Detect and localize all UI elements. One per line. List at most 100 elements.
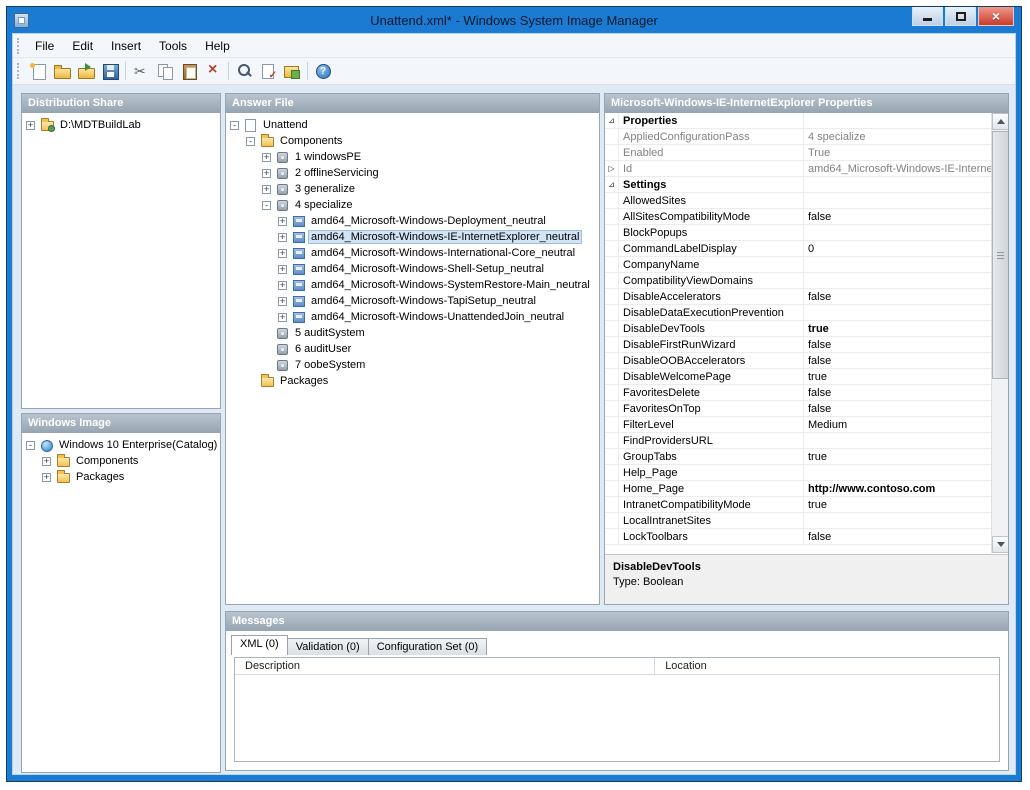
property-value[interactable] <box>804 177 991 192</box>
tree-node[interactable]: +amd64_Microsoft-Windows-UnattendedJoin_… <box>226 309 599 325</box>
toolbar-create-configuration-set-button[interactable] <box>280 60 304 83</box>
expand-toggle-icon[interactable]: + <box>26 121 35 130</box>
menu-file[interactable]: File <box>26 35 63 57</box>
tree-node-label[interactable]: Components <box>74 455 140 467</box>
property-row[interactable]: GroupTabstrue <box>605 449 991 465</box>
tree-node-label[interactable]: 1 windowsPE <box>293 151 363 163</box>
tree-node[interactable]: +amd64_Microsoft-Windows-SystemRestore-M… <box>226 277 599 293</box>
property-row[interactable]: DisableDevToolstrue <box>605 321 991 337</box>
toolbar-cut-button[interactable] <box>129 60 153 83</box>
property-row[interactable]: EnabledTrue <box>605 145 991 161</box>
expand-toggle-icon[interactable]: + <box>278 313 287 322</box>
tree-node-label[interactable]: Packages <box>74 471 126 483</box>
column-header[interactable]: Location <box>655 658 711 674</box>
expand-toggle-icon[interactable]: + <box>278 217 287 226</box>
property-grid-scrollbar[interactable] <box>991 113 1008 553</box>
property-row[interactable]: AllowedSites <box>605 193 991 209</box>
windows-image-tree[interactable]: - Windows 10 Enterprise(Catalog) + Componen… <box>22 433 220 772</box>
property-row[interactable]: DisableDataExecutionPrevention <box>605 305 991 321</box>
expand-toggle-icon[interactable]: + <box>278 297 287 306</box>
tree-node-label[interactable]: 3 generalize <box>293 183 357 195</box>
toolbar-copy-button[interactable] <box>153 60 177 83</box>
expand-toggle-icon[interactable]: + <box>42 457 51 466</box>
tree-node[interactable]: + Components <box>22 453 220 469</box>
tree-node[interactable]: + amd64_Microsoft-Windows-International-C… <box>226 245 599 261</box>
property-value[interactable]: true <box>804 321 991 336</box>
property-value[interactable]: false <box>804 209 991 224</box>
property-value[interactable]: false <box>804 289 991 304</box>
property-value[interactable]: false <box>804 529 991 544</box>
scroll-down-button[interactable] <box>992 536 1008 553</box>
expand-toggle-icon[interactable]: + <box>262 153 271 162</box>
property-value[interactable]: true <box>804 369 991 384</box>
tree-node-label[interactable]: 5 auditSystem <box>293 327 367 339</box>
tree-node-label[interactable]: amd64_Microsoft-Windows-TapiSetup_neutra… <box>309 295 538 307</box>
property-value[interactable] <box>804 465 991 480</box>
property-row[interactable]: FavoritesOnTopfalse <box>605 401 991 417</box>
property-value[interactable]: 0 <box>804 241 991 256</box>
tree-node[interactable]: 5 auditSystem <box>226 325 599 341</box>
property-value[interactable]: True <box>804 145 991 160</box>
property-value[interactable] <box>804 513 991 528</box>
messages-tab[interactable]: Configuration Set (0) <box>368 638 488 655</box>
tree-node-label[interactable]: 7 oobeSystem <box>293 359 367 371</box>
collapse-toggle-icon[interactable]: - <box>26 441 35 450</box>
property-value[interactable]: Medium <box>804 417 991 432</box>
expand-toggle-icon[interactable]: + <box>262 185 271 194</box>
expand-toggle-icon[interactable]: + <box>278 249 287 258</box>
toolbar-open-answer-file-button[interactable] <box>50 60 74 83</box>
tree-node-label[interactable]: amd64_Microsoft-Windows-Shell-Setup_neut… <box>309 263 546 275</box>
tree-node[interactable]: Packages <box>226 373 599 389</box>
property-row[interactable]: AppliedConfigurationPass4 specialize <box>605 129 991 145</box>
property-row[interactable]: Home_Pagehttp://www.contoso.com <box>605 481 991 497</box>
property-value[interactable] <box>804 225 991 240</box>
property-value[interactable] <box>804 193 991 208</box>
tree-node[interactable]: +amd64_Microsoft-Windows-Shell-Setup_neu… <box>226 261 599 277</box>
tree-node[interactable]: +amd64_Microsoft-Windows-IE-InternetExpl… <box>226 229 599 245</box>
tree-node-label[interactable]: Windows 10 Enterprise(Catalog) <box>57 439 219 451</box>
menu-insert[interactable]: Insert <box>102 35 150 57</box>
tree-node[interactable]: - Windows 10 Enterprise(Catalog) <box>22 437 220 453</box>
tree-node[interactable]: 6 auditUser <box>226 341 599 357</box>
scrollbar-thumb[interactable] <box>992 131 1008 379</box>
tree-node-label[interactable]: D:\MDTBuildLab <box>58 119 143 131</box>
tree-node-label[interactable]: amd64_Microsoft-Windows-Deployment_neutr… <box>309 215 548 227</box>
tree-node[interactable]: + amd64_Microsoft-Windows-TapiSetup_neutr… <box>226 293 599 309</box>
property-value[interactable] <box>804 433 991 448</box>
messages-tab[interactable]: Validation (0) <box>287 638 369 655</box>
collapse-toggle-icon[interactable]: - <box>246 137 255 146</box>
toolbar-find-button[interactable] <box>232 60 256 83</box>
property-row[interactable]: DisableWelcomePagetrue <box>605 369 991 385</box>
toolbar-help-button[interactable] <box>311 60 335 83</box>
property-value[interactable]: false <box>804 401 991 416</box>
property-row[interactable]: LockToolbarsfalse <box>605 529 991 545</box>
toolbar-save-answer-file-button[interactable] <box>98 60 122 83</box>
tree-node[interactable]: -Components <box>226 133 599 149</box>
menu-help[interactable]: Help <box>196 35 239 57</box>
property-value[interactable]: true <box>804 449 991 464</box>
tree-node[interactable]: + amd64_Microsoft-Windows-Deployment_neut… <box>226 213 599 229</box>
expand-toggle-icon[interactable]: + <box>262 169 271 178</box>
menu-tools[interactable]: Tools <box>150 35 196 57</box>
expand-toggle-icon[interactable]: + <box>42 473 51 482</box>
property-value[interactable]: http://www.contoso.com <box>804 481 991 496</box>
property-row[interactable]: ▷Idamd64_Microsoft-Windows-IE-InternetE <box>605 161 991 177</box>
property-row[interactable]: FindProvidersURL <box>605 433 991 449</box>
property-row[interactable]: LocalIntranetSites <box>605 513 991 529</box>
collapse-toggle-icon[interactable]: - <box>230 121 239 130</box>
tree-node-label[interactable]: amd64_Microsoft-Windows-International-Co… <box>309 247 577 259</box>
property-value[interactable] <box>804 273 991 288</box>
property-row[interactable]: BlockPopups <box>605 225 991 241</box>
property-row[interactable]: DisableAcceleratorsfalse <box>605 289 991 305</box>
toolbar-open-distribution-share-button[interactable] <box>74 60 98 83</box>
tree-node[interactable]: -4 specialize <box>226 197 599 213</box>
tree-node[interactable]: +2 offlineServicing <box>226 165 599 181</box>
property-value[interactable]: true <box>804 497 991 512</box>
toolbar-new-answer-file-button[interactable] <box>26 60 50 83</box>
column-header[interactable]: Description <box>235 658 655 674</box>
property-row[interactable]: DisableFirstRunWizardfalse <box>605 337 991 353</box>
minimize-button[interactable] <box>912 7 943 26</box>
distribution-share-tree[interactable]: + D:\MDTBuildLab <box>22 113 220 408</box>
scroll-up-button[interactable] <box>992 113 1008 130</box>
property-row[interactable]: FilterLevelMedium <box>605 417 991 433</box>
